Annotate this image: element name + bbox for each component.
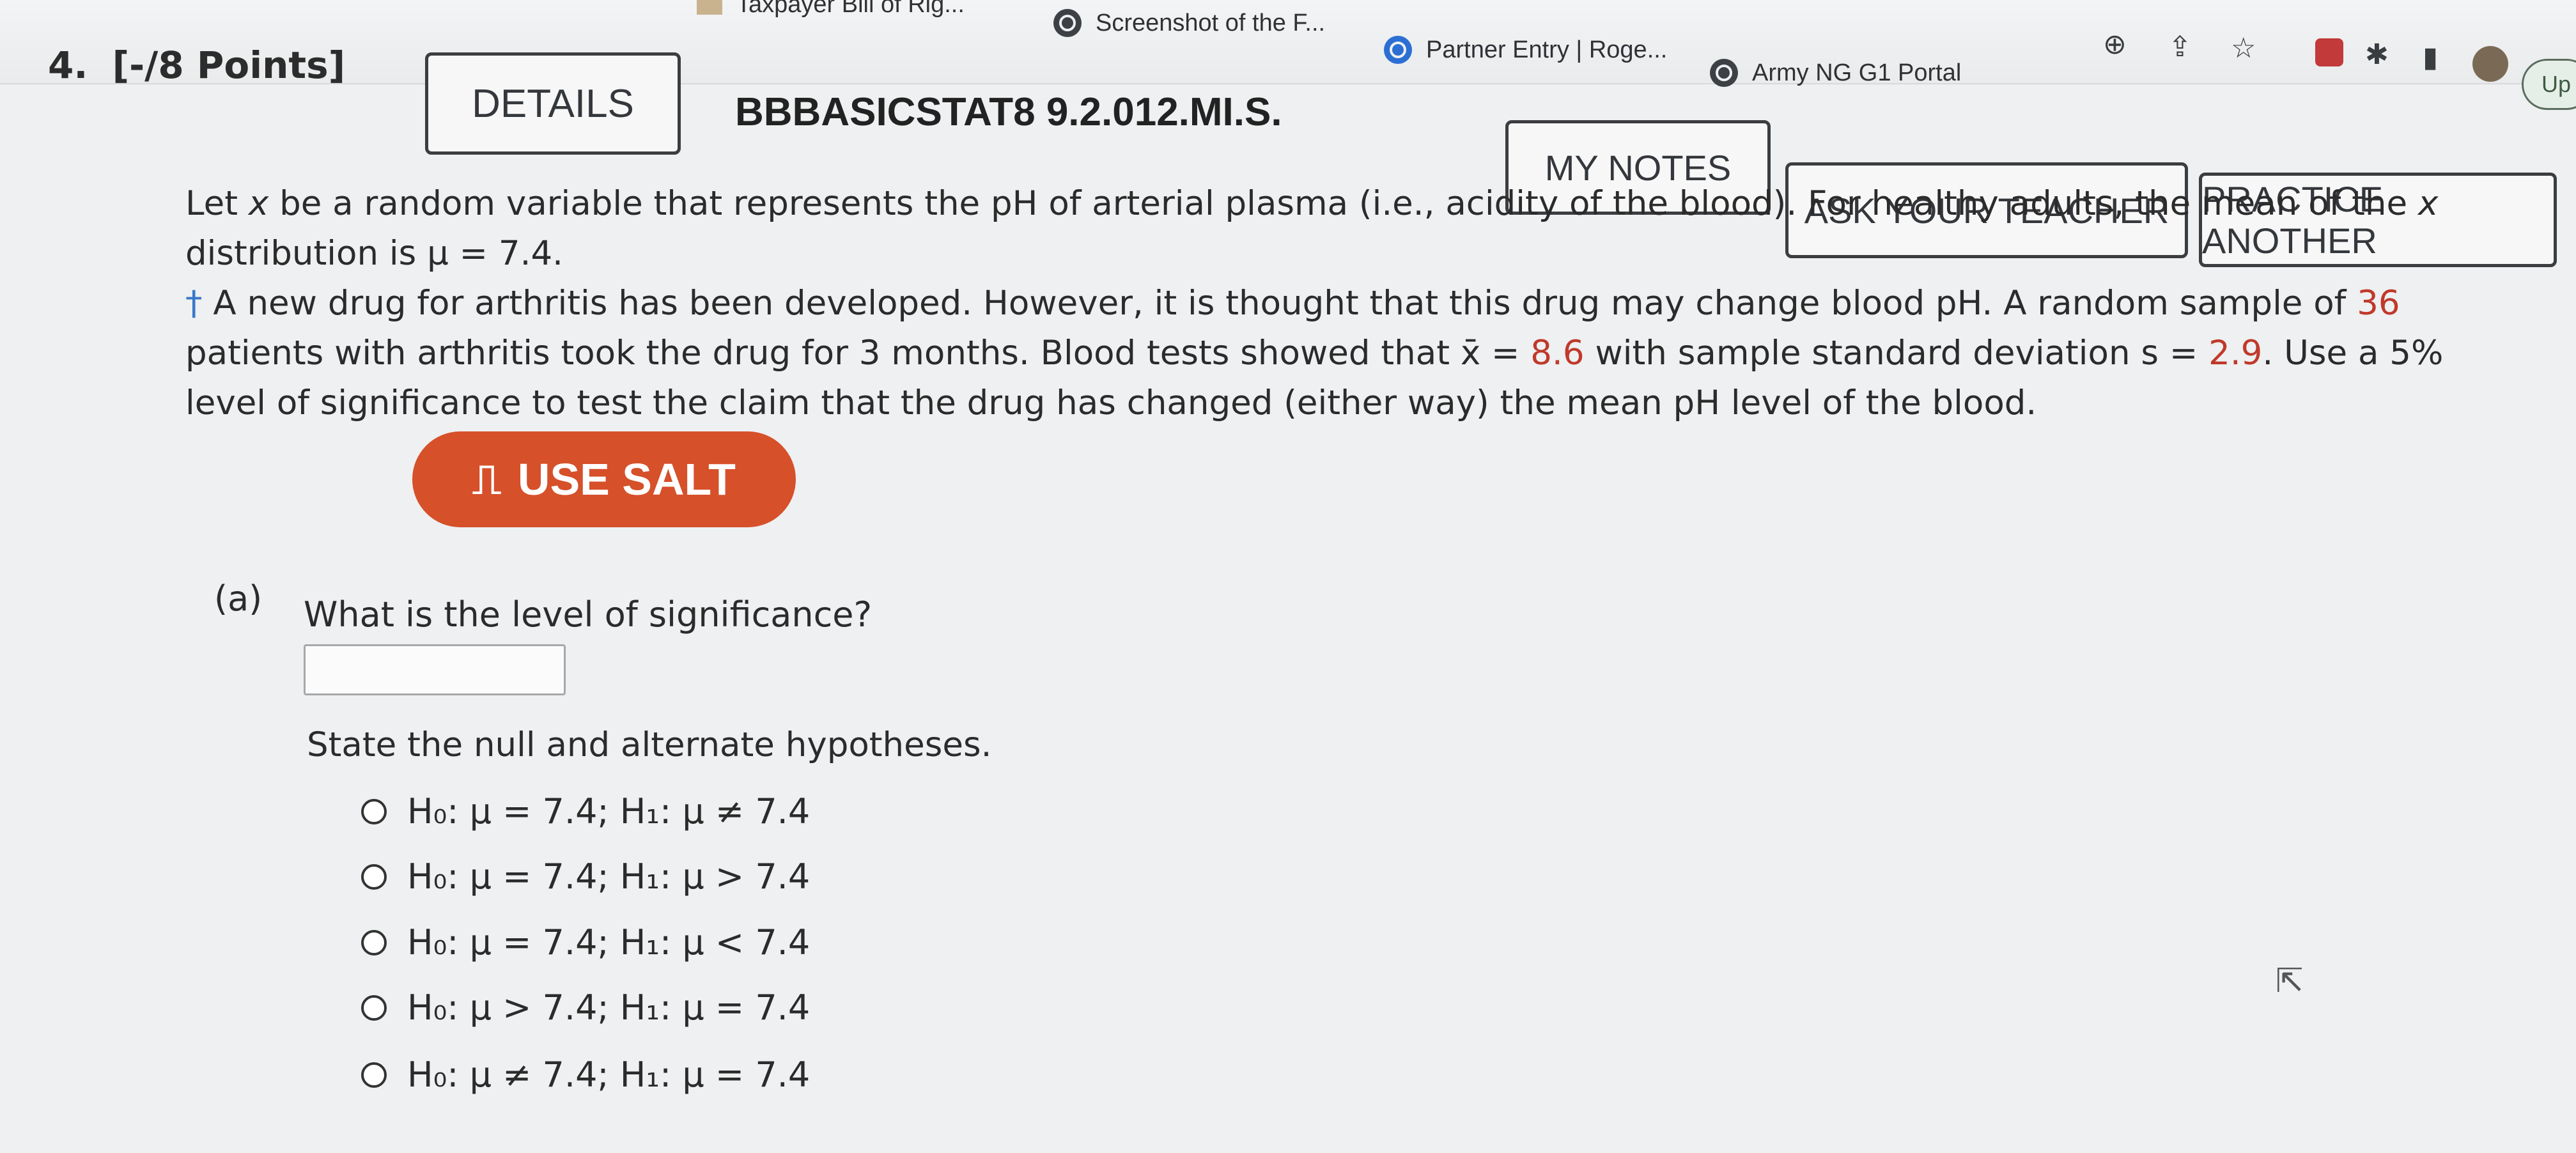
hypothesis-option[interactable]: H₀: μ = 7.4; H₁: μ ≠ 7.4 (361, 791, 810, 832)
problem-text: be a random variable that represents the… (268, 184, 2418, 223)
bookmark-partner-entry[interactable]: Partner Entry | Roge... (1384, 36, 1667, 64)
use-salt-button[interactable]: ⎍ USE SALT (412, 431, 796, 527)
bookmark-army-ng[interactable]: Army NG G1 Portal (1710, 59, 1961, 87)
radio-button[interactable] (361, 798, 387, 824)
problem-text: distribution is μ = 7.4. (185, 234, 564, 273)
sidepanel-icon[interactable]: ▮ (2423, 43, 2438, 72)
problem-text: A new drug for arthritis has been develo… (202, 284, 2357, 323)
bookmarks-bar: Taxpayer Bill of Rig... Screenshot of th… (0, 0, 2576, 87)
extension-icon[interactable] (2315, 38, 2343, 66)
bookmark-label: Partner Entry | Roge... (1426, 36, 1668, 63)
update-label: Up (2541, 71, 2572, 97)
footnote-dagger[interactable]: † (185, 284, 203, 323)
update-button[interactable]: Up (2522, 59, 2576, 110)
bookmark-label: Taxpayer Bill of Rig... (736, 0, 965, 18)
zoom-icon[interactable]: ⊕ (2103, 31, 2127, 59)
variable-x: x (248, 184, 269, 223)
bookmark-star-icon[interactable]: ☆ (2231, 35, 2256, 63)
problem-text: patients with arthritis took the drug fo… (185, 334, 1531, 373)
hypothesis-option-label: H₀: μ = 7.4; H₁: μ ≠ 7.4 (407, 791, 811, 832)
hypothesis-option-label: H₀: μ = 7.4; H₁: μ < 7.4 (407, 922, 811, 963)
radio-button[interactable] (361, 994, 387, 1021)
partner-icon (1384, 36, 1412, 64)
question-number: 4. (48, 43, 88, 87)
problem-statement: Let x be a random variable that represen… (185, 179, 2518, 428)
hypothesis-option[interactable]: H₀: μ > 7.4; H₁: μ = 7.4 (361, 987, 810, 1028)
part-a-question: What is the level of significance? (304, 594, 873, 635)
question-header: 4. [-/8 Points] (48, 43, 345, 87)
problem-text: with sample standard deviation s = (1584, 334, 2209, 373)
sample-sd-value: 2.9 (2208, 334, 2263, 373)
globe-icon (1053, 9, 1082, 37)
sample-mean-value: 8.6 (1530, 334, 1585, 373)
question-code: BBBASICSTAT8 9.2.012.MI.S. (735, 90, 1282, 134)
bookmark-taxpayer[interactable]: Taxpayer Bill of Rig... (697, 0, 965, 19)
part-a-label: (a) (214, 578, 263, 619)
share-icon[interactable]: ⇪ (2168, 33, 2192, 61)
details-label: DETAILS (472, 81, 634, 126)
hypothesis-option-label: H₀: μ > 7.4; H₁: μ = 7.4 (407, 987, 811, 1028)
question-points: [-/8 Points] (112, 43, 346, 87)
globe-icon (1710, 59, 1738, 87)
variable-x: x (2417, 184, 2439, 223)
bookmark-screenshot[interactable]: Screenshot of the F... (1053, 9, 1325, 37)
hypothesis-option-label: H₀: μ ≠ 7.4; H₁: μ = 7.4 (407, 1055, 811, 1095)
hypothesis-option[interactable]: H₀: μ = 7.4; H₁: μ > 7.4 (361, 856, 810, 897)
bookmark-label: Screenshot of the F... (1096, 9, 1326, 36)
bookmark-label: Army NG G1 Portal (1752, 59, 1962, 86)
hypothesis-option[interactable]: H₀: μ = 7.4; H₁: μ < 7.4 (361, 922, 810, 963)
hypothesis-option-label: H₀: μ = 7.4; H₁: μ > 7.4 (407, 856, 811, 897)
problem-text: Let (185, 184, 249, 223)
salt-icon: ⎍ (472, 456, 501, 502)
hypothesis-option[interactable]: H₀: μ ≠ 7.4; H₁: μ = 7.4 (361, 1055, 810, 1095)
radio-button[interactable] (361, 1062, 387, 1088)
document-icon (697, 0, 722, 15)
details-button[interactable]: DETAILS (425, 52, 681, 155)
extensions-puzzle-icon[interactable]: ✱ (2365, 41, 2389, 69)
radio-button[interactable] (361, 863, 387, 890)
sample-size-value: 36 (2357, 284, 2400, 323)
avatar[interactable] (2472, 46, 2508, 82)
significance-answer-input[interactable] (304, 644, 566, 695)
mouse-cursor-icon: ⇱ (2276, 962, 2304, 1000)
salt-label: USE SALT (517, 454, 736, 504)
radio-button[interactable] (361, 929, 387, 956)
hypotheses-prompt: State the null and alternate hypotheses. (307, 725, 992, 764)
